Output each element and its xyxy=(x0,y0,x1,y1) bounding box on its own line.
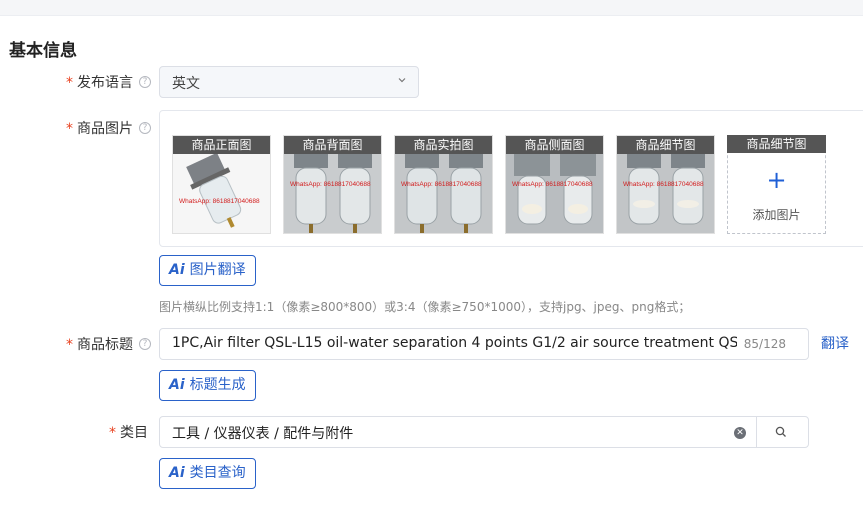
product-photo: WhatsApp: 8618817040688 xyxy=(173,154,270,233)
required-mark: * xyxy=(66,337,73,353)
help-icon[interactable]: ? xyxy=(139,122,151,134)
image-caption: 商品细节图 xyxy=(727,135,826,153)
title-input[interactable]: 1PC,Air filter QSL-L15 oil-water separat… xyxy=(159,328,809,360)
title-label: * 商品标题 xyxy=(66,334,133,354)
category-query-label: 类目查询 xyxy=(189,465,246,481)
title-input-value: 1PC,Air filter QSL-L15 oil-water separat… xyxy=(172,335,737,351)
title-label-text: 商品标题 xyxy=(77,337,133,353)
image-hint: 图片横纵比例支持1:1（像素≥800*800）或3:4（像素≥750*1000）… xyxy=(159,300,691,314)
image-caption: 商品背面图 xyxy=(284,136,381,154)
ai-icon: Ai xyxy=(169,465,185,481)
help-icon[interactable]: ? xyxy=(139,76,151,88)
image-caption: 商品正面图 xyxy=(173,136,270,154)
title-generate-label: 标题生成 xyxy=(189,377,246,393)
language-label: * 发布语言 xyxy=(66,72,133,92)
images-label: * 商品图片 xyxy=(66,118,133,138)
watermark: WhatsApp: 8618817040688 xyxy=(512,181,593,188)
watermark: WhatsApp: 8618817040688 xyxy=(623,181,704,188)
title-char-counter: 85/128 xyxy=(743,337,786,351)
product-image-side[interactable]: 商品侧面图 WhatsApp: 8618817040688 xyxy=(505,135,604,234)
required-mark: * xyxy=(66,75,73,91)
product-photo: WhatsApp: 8618817040688 xyxy=(506,154,603,233)
watermark: WhatsApp: 8618817040688 xyxy=(290,181,371,188)
required-mark: * xyxy=(66,121,73,137)
image-caption: 商品实拍图 xyxy=(395,136,492,154)
language-select-value: 英文 xyxy=(172,76,200,92)
title-generate-button[interactable]: Ai 标题生成 xyxy=(159,370,256,401)
product-photo: WhatsApp: 8618817040688 xyxy=(395,154,492,233)
top-bar xyxy=(0,0,863,16)
image-translate-button[interactable]: Ai 图片翻译 xyxy=(159,255,256,286)
product-image-real[interactable]: 商品实拍图 WhatsApp: 8618817040688 xyxy=(394,135,493,234)
ai-icon: Ai xyxy=(169,377,185,393)
language-label-text: 发布语言 xyxy=(77,75,133,91)
required-mark: * xyxy=(109,425,116,441)
clear-icon[interactable]: ✕ xyxy=(734,427,746,439)
image-caption: 商品细节图 xyxy=(617,136,714,154)
title-translate-link[interactable]: 翻译 xyxy=(821,333,849,353)
language-select[interactable]: 英文 xyxy=(159,66,419,98)
divider xyxy=(756,417,757,447)
add-image-label: 添加图片 xyxy=(752,208,801,222)
ai-icon: Ai xyxy=(169,262,185,278)
search-icon[interactable] xyxy=(774,425,788,439)
product-image-front[interactable]: 商品正面图 WhatsApp: 8618817040688 xyxy=(172,135,271,234)
category-label-text: 类目 xyxy=(120,425,148,441)
section-title: 基本信息 xyxy=(9,41,77,61)
category-input-value: 工具 / 仪器仪表 / 配件与附件 xyxy=(172,426,354,442)
plus-icon: + xyxy=(766,166,787,194)
watermark: WhatsApp: 8618817040688 xyxy=(401,181,482,188)
category-input[interactable]: 工具 / 仪器仪表 / 配件与附件 ✕ xyxy=(159,416,809,448)
images-label-text: 商品图片 xyxy=(77,121,133,137)
product-image-detail[interactable]: 商品细节图 WhatsApp: 8618817040688 xyxy=(616,135,715,234)
help-icon[interactable]: ? xyxy=(139,338,151,350)
category-label: * 类目 xyxy=(109,422,148,442)
image-caption: 商品侧面图 xyxy=(506,136,603,154)
add-image-button[interactable]: 商品细节图 + 添加图片 xyxy=(727,135,826,234)
product-photo: WhatsApp: 8618817040688 xyxy=(617,154,714,233)
watermark: WhatsApp: 8618817040688 xyxy=(179,198,260,205)
product-image-back[interactable]: 商品背面图 WhatsApp: 8618817040688 xyxy=(283,135,382,234)
category-query-button[interactable]: Ai 类目查询 xyxy=(159,458,256,489)
chevron-down-icon xyxy=(398,78,406,83)
product-photo: WhatsApp: 8618817040688 xyxy=(284,154,381,233)
image-translate-label: 图片翻译 xyxy=(189,262,246,278)
